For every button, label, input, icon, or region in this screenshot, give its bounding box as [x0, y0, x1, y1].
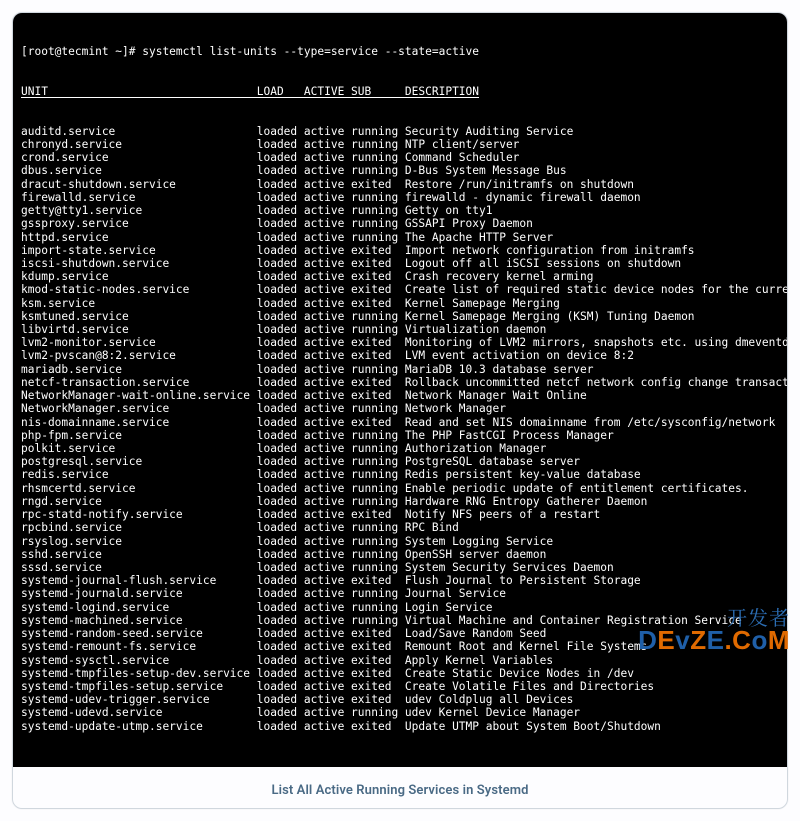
terminal-frame: [root@tecmint ~]# systemctl list-units -… [12, 12, 788, 809]
table-row: dracut-shutdown.service loaded active ex… [21, 178, 779, 191]
table-row: rhsmcertd.service loaded active running … [21, 482, 779, 495]
table-row: httpd.service loaded active running The … [21, 231, 779, 244]
table-row: systemd-journald.service loaded active r… [21, 587, 779, 600]
table-row: systemd-tmpfiles-setup.service loaded ac… [21, 680, 779, 693]
table-row: ksmtuned.service loaded active running K… [21, 310, 779, 323]
table-row: rpc-statd-notify.service loaded active e… [21, 508, 779, 521]
table-row: kdump.service loaded active exited Crash… [21, 270, 779, 283]
table-row: systemd-update-utmp.service loaded activ… [21, 720, 779, 733]
table-row: iscsi-shutdown.service loaded active exi… [21, 257, 779, 270]
table-row: systemd-journal-flush.service loaded act… [21, 574, 779, 587]
table-row: rpcbind.service loaded active running RP… [21, 521, 779, 534]
table-row: crond.service loaded active running Comm… [21, 151, 779, 164]
table-row: systemd-remount-fs.service loaded active… [21, 640, 779, 653]
table-row: firewalld.service loaded active running … [21, 191, 779, 204]
table-row: mariadb.service loaded active running Ma… [21, 363, 779, 376]
column-headers: UNIT LOAD ACTIVE SUB DESCRIPTION [21, 85, 779, 98]
table-row: chronyd.service loaded active running NT… [21, 138, 779, 151]
table-row: postgresql.service loaded active running… [21, 455, 779, 468]
table-row: nis-domainname.service loaded active exi… [21, 416, 779, 429]
service-rows: auditd.service loaded active running Sec… [21, 125, 779, 733]
table-row: rngd.service loaded active running Hardw… [21, 495, 779, 508]
table-row: systemd-random-seed.service loaded activ… [21, 627, 779, 640]
table-row: gssproxy.service loaded active running G… [21, 217, 779, 230]
table-row: dbus.service loaded active running D-Bus… [21, 164, 779, 177]
table-row: lvm2-pvscan@8:2.service loaded active ex… [21, 349, 779, 362]
table-row: systemd-udev-trigger.service loaded acti… [21, 693, 779, 706]
table-row: systemd-logind.service loaded active run… [21, 601, 779, 614]
terminal-output[interactable]: [root@tecmint ~]# systemctl list-units -… [13, 13, 787, 767]
table-row: systemd-tmpfiles-setup-dev.service loade… [21, 667, 779, 680]
table-row: systemd-sysctl.service loaded active exi… [21, 654, 779, 667]
prompt-line: [root@tecmint ~]# systemctl list-units -… [21, 45, 779, 58]
table-row: polkit.service loaded active running Aut… [21, 442, 779, 455]
table-row: NetworkManager-wait-online.service loade… [21, 389, 779, 402]
table-row: netcf-transaction.service loaded active … [21, 376, 779, 389]
table-row: redis.service loaded active running Redi… [21, 468, 779, 481]
table-row: php-fpm.service loaded active running Th… [21, 429, 779, 442]
table-row: rsyslog.service loaded active running Sy… [21, 535, 779, 548]
table-row: import-state.service loaded active exite… [21, 244, 779, 257]
table-row: ksm.service loaded active exited Kernel … [21, 297, 779, 310]
figure-caption: List All Active Running Services in Syst… [13, 767, 787, 808]
table-row: systemd-udevd.service loaded active runn… [21, 706, 779, 719]
table-row: sssd.service loaded active running Syste… [21, 561, 779, 574]
table-row: getty@tty1.service loaded active running… [21, 204, 779, 217]
table-row: systemd-machined.service loaded active r… [21, 614, 779, 627]
table-row: auditd.service loaded active running Sec… [21, 125, 779, 138]
table-row: kmod-static-nodes.service loaded active … [21, 283, 779, 296]
table-row: sshd.service loaded active running OpenS… [21, 548, 779, 561]
table-row: NetworkManager.service loaded active run… [21, 402, 779, 415]
table-row: libvirtd.service loaded active running V… [21, 323, 779, 336]
table-row: lvm2-monitor.service loaded active exite… [21, 336, 779, 349]
